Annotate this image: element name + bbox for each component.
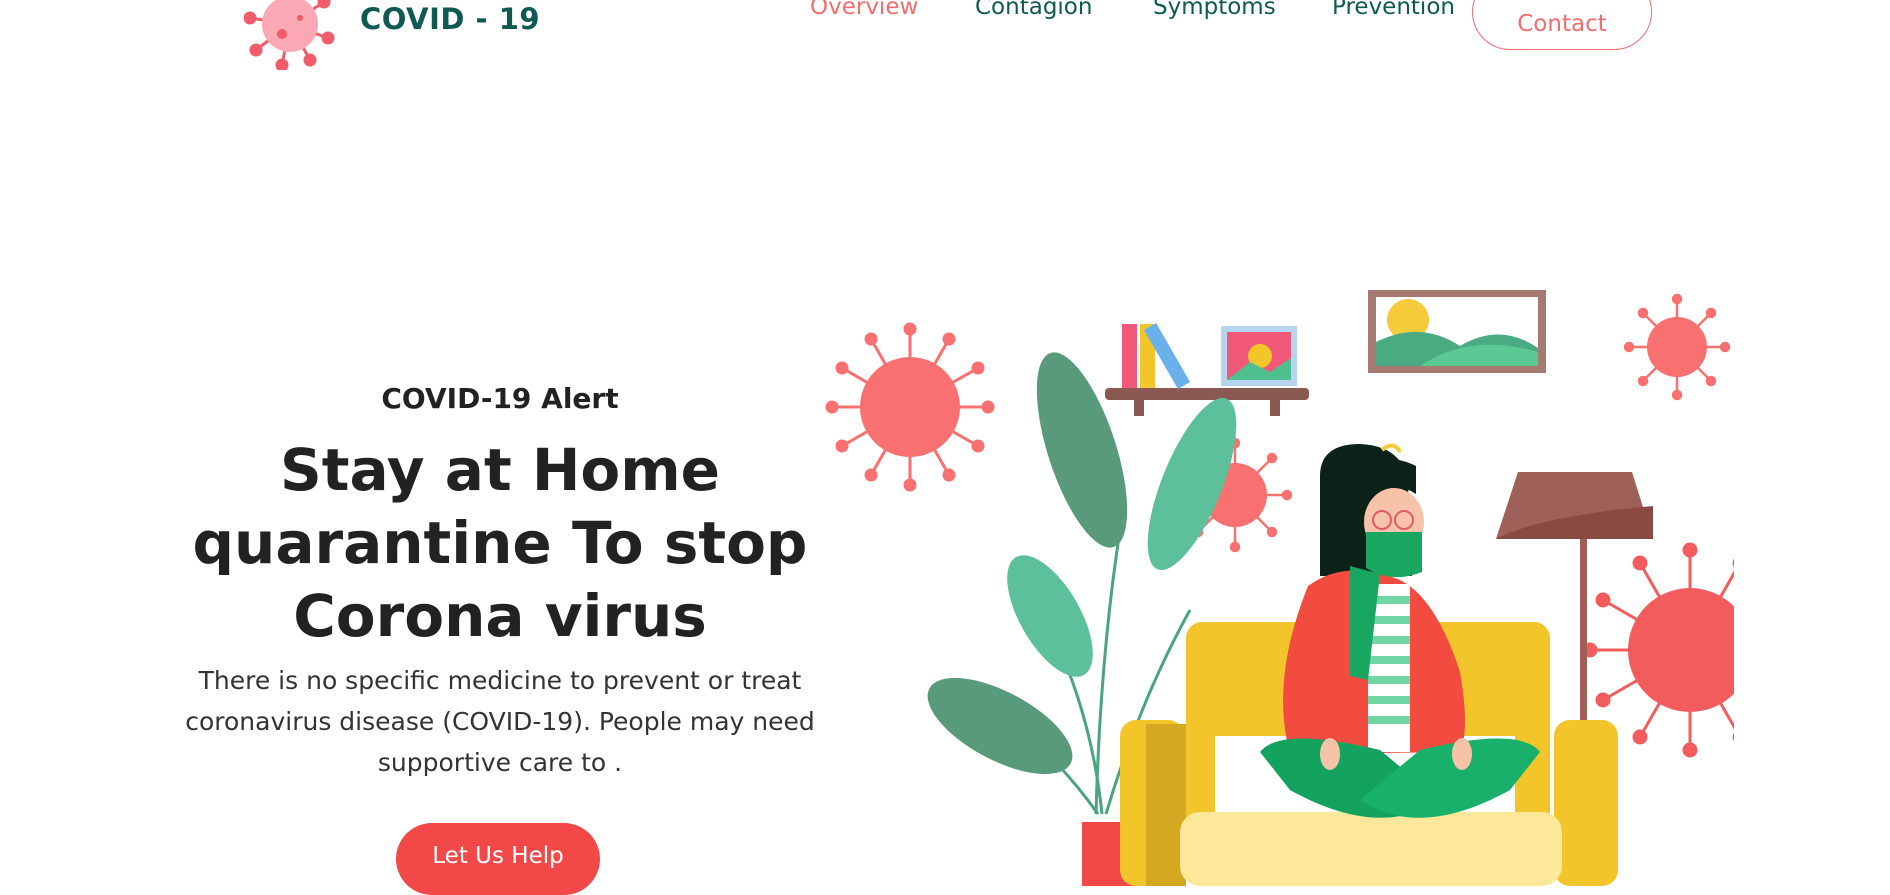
description-line: coronavirus disease (COVID-19). People m… bbox=[185, 707, 815, 736]
brand-name[interactable]: COVID - 19 bbox=[360, 2, 540, 36]
hero-headline: Stay at Home quarantine To stop Corona v… bbox=[180, 434, 820, 653]
description-line: There is no specific medicine to prevent… bbox=[198, 666, 802, 695]
virus-icon bbox=[825, 322, 995, 492]
nav-symptoms[interactable]: Symptoms bbox=[1153, 0, 1276, 20]
headline-line: quarantine To stop bbox=[192, 509, 808, 577]
headline-line: Stay at Home bbox=[279, 436, 721, 504]
virus-logo-icon bbox=[244, 0, 335, 70]
let-us-help-button[interactable]: Let Us Help bbox=[396, 823, 600, 895]
contact-button[interactable]: Contact bbox=[1472, 0, 1652, 50]
wall-picture-icon bbox=[1368, 290, 1546, 373]
nav-contagion[interactable]: Contagion bbox=[975, 0, 1092, 20]
description-line: supportive care to . bbox=[377, 748, 623, 777]
nav-overview[interactable]: Overview bbox=[810, 0, 918, 20]
headline-line: Corona virus bbox=[293, 582, 707, 650]
nav-prevention[interactable]: Prevention bbox=[1332, 0, 1455, 20]
alert-label: COVID-19 Alert bbox=[381, 382, 619, 415]
shelf-icon bbox=[1105, 323, 1309, 416]
stay-home-illustration bbox=[825, 290, 1734, 886]
hero-description: There is no specific medicine to prevent… bbox=[180, 660, 820, 783]
virus-icon bbox=[1623, 293, 1731, 401]
